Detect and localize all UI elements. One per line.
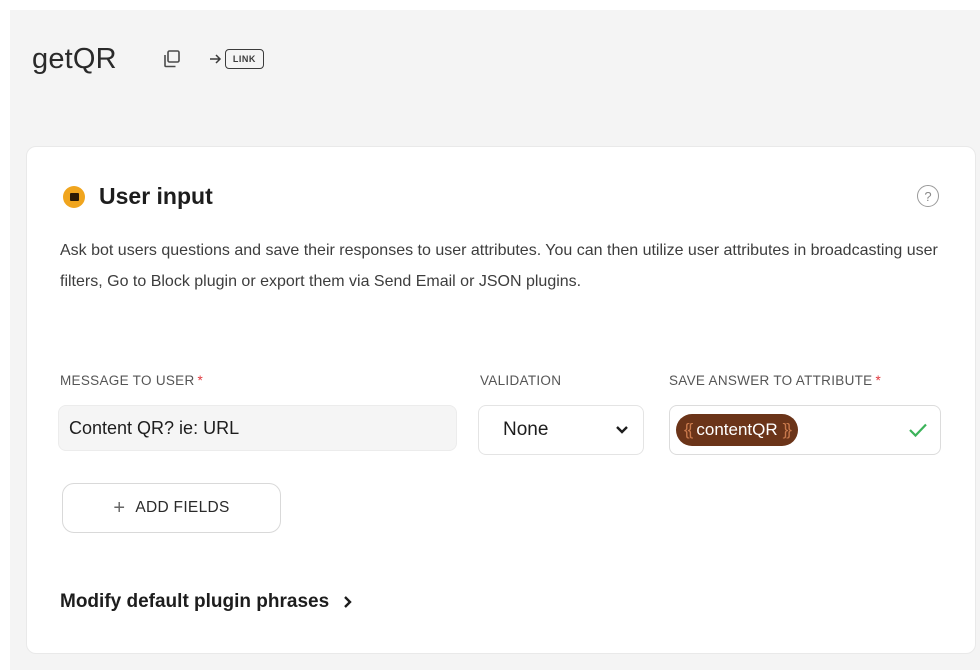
attribute-name: contentQR: [696, 420, 778, 439]
link-icon: [209, 54, 221, 64]
link-badge-label: LINK: [224, 49, 264, 69]
required-mark: *: [197, 373, 204, 388]
validation-label: VALIDATION: [480, 373, 561, 388]
validation-label-text: VALIDATION: [480, 373, 562, 388]
add-fields-label: ADD FIELDS: [135, 499, 230, 516]
help-icon[interactable]: ?: [917, 185, 939, 207]
user-input-icon: [63, 185, 85, 208]
check-icon: [909, 423, 927, 438]
plugin-description: Ask bot users questions and save their r…: [60, 242, 938, 290]
chevron-down-icon: [616, 426, 628, 434]
plugin-title-row: User input: [63, 183, 213, 210]
message-label: MESSAGE TO USER *: [60, 373, 203, 388]
attribute-pill[interactable]: {{ contentQR }}: [676, 414, 798, 446]
required-mark: *: [875, 373, 882, 388]
modify-phrases-label: Modify default plugin phrases: [60, 591, 330, 612]
validation-select[interactable]: None: [478, 405, 644, 455]
chevron-right-icon: [344, 596, 352, 608]
attribute-close-brace: }}: [782, 420, 792, 439]
message-input[interactable]: Content QR? ie: URL: [58, 405, 457, 451]
message-label-text: MESSAGE TO USER: [60, 373, 195, 388]
link-button[interactable]: LINK: [209, 48, 264, 70]
add-fields-button[interactable]: + ADD FIELDS: [62, 483, 281, 533]
plugin-title: User input: [99, 183, 213, 209]
copy-icon[interactable]: [159, 46, 185, 72]
attribute-open-brace: {{: [684, 420, 693, 439]
user-input-card: User input ? Ask bot users questions and…: [26, 146, 976, 654]
block-title[interactable]: getQR: [32, 43, 117, 76]
save-attribute-label-text: SAVE ANSWER TO ATTRIBUTE: [669, 373, 873, 388]
validation-value: None: [503, 419, 549, 440]
save-attribute-label: SAVE ANSWER TO ATTRIBUTE *: [669, 373, 881, 388]
attribute-field[interactable]: {{ contentQR }}: [669, 405, 941, 455]
plus-icon: +: [113, 496, 126, 519]
block-header: getQR LINK: [32, 38, 264, 80]
modify-phrases-link[interactable]: Modify default plugin phrases: [60, 591, 353, 613]
